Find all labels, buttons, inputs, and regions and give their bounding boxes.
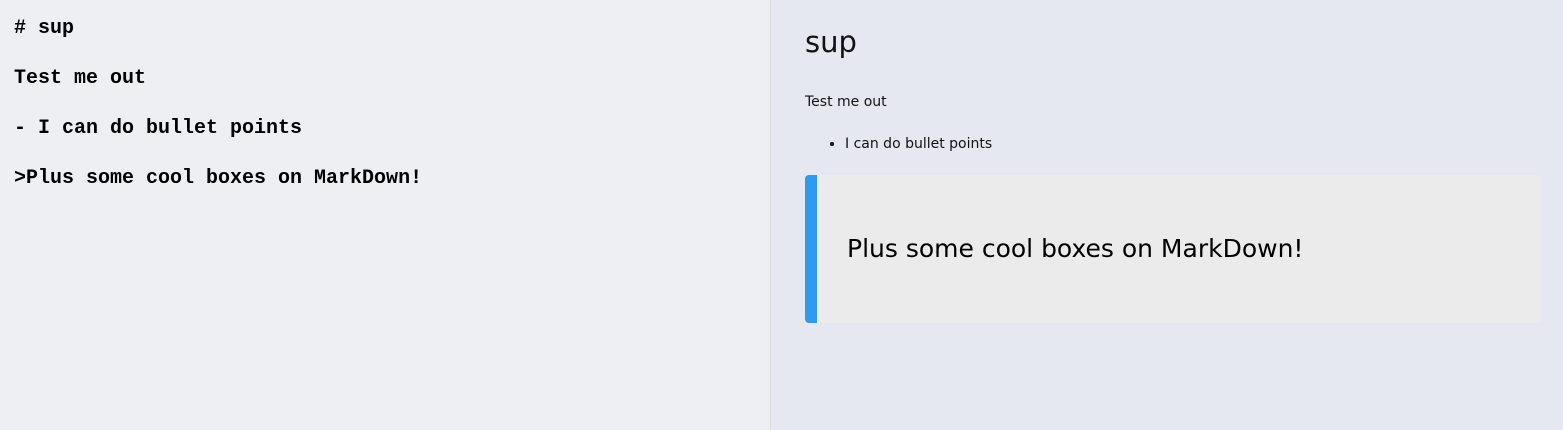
preview-heading: sup <box>805 25 857 59</box>
preview-paragraph: Test me out <box>805 94 887 110</box>
markdown-input[interactable]: # sup Test me out - I can do bullet poin… <box>14 16 754 416</box>
preview-list-item: I can do bullet points <box>845 134 992 154</box>
markdown-preview-pane: sup Test me out I can do bullet points P… <box>771 0 1563 430</box>
preview-blockquote-text: Plus some cool boxes on MarkDown! <box>847 234 1304 263</box>
preview-bullet-list: I can do bullet points <box>805 134 992 154</box>
markdown-app: # sup Test me out - I can do bullet poin… <box>0 0 1563 430</box>
preview-blockquote: Plus some cool boxes on MarkDown! <box>805 175 1541 323</box>
markdown-editor-pane: # sup Test me out - I can do bullet poin… <box>0 0 771 430</box>
